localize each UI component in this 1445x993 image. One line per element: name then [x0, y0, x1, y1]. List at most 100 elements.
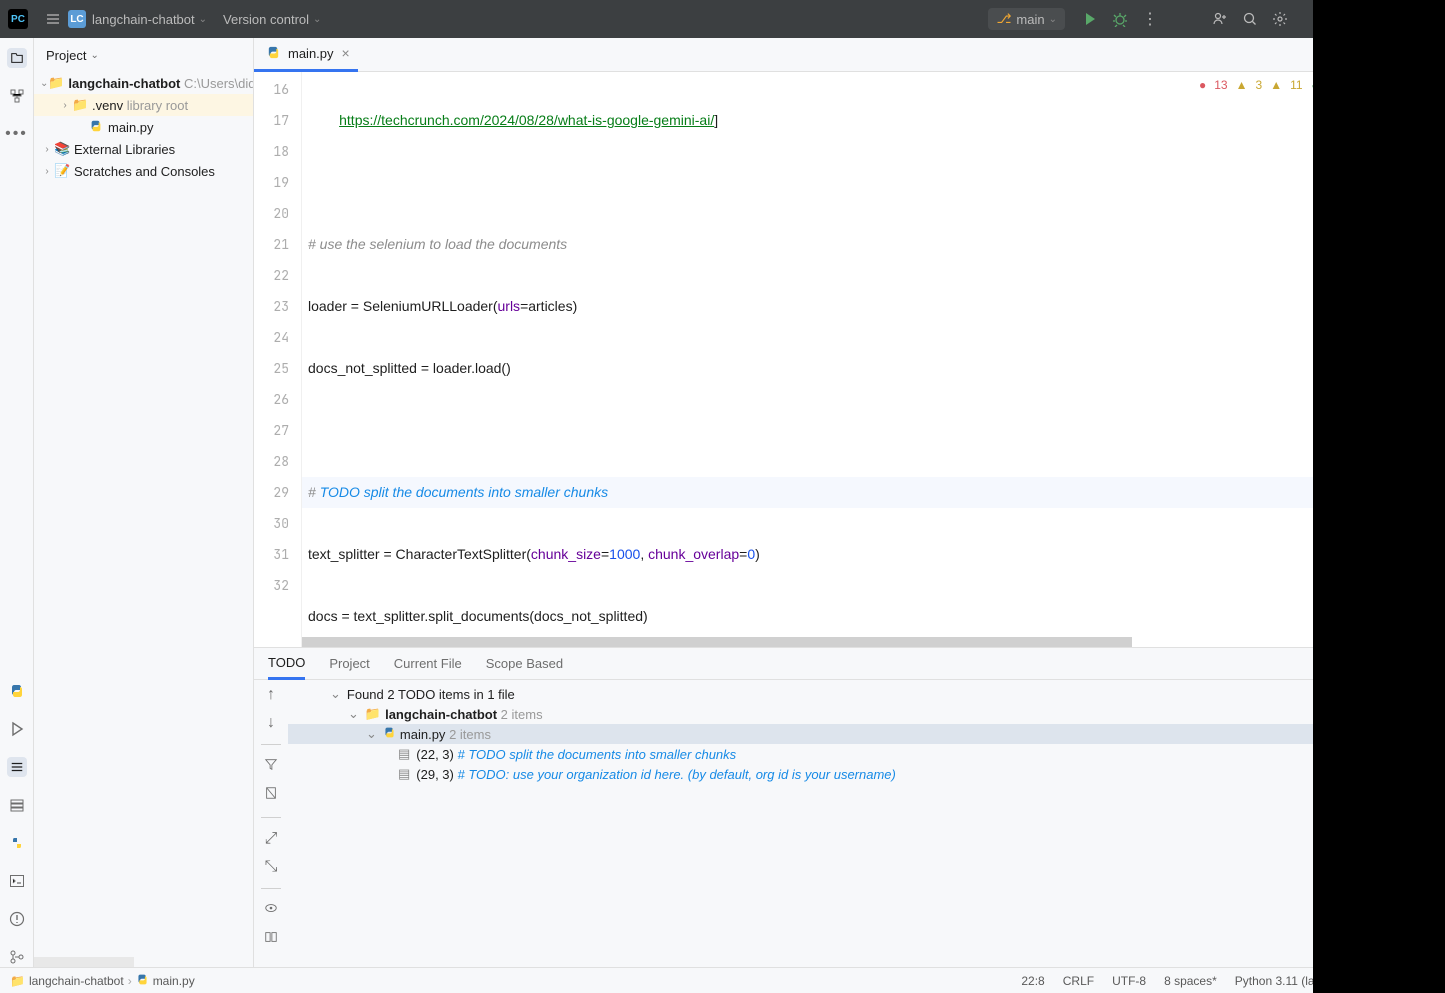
file-encoding[interactable]: UTF-8 — [1112, 974, 1146, 988]
external-libraries-node[interactable]: › 📚 External Libraries — [34, 138, 253, 160]
library-icon: 📚 — [54, 141, 70, 157]
expand-all-icon[interactable]: ⤢ — [265, 830, 278, 848]
vcs-dropdown-icon[interactable]: ⌄ — [313, 14, 321, 25]
weak-warning-count: 11 — [1290, 78, 1302, 92]
navigation-breadcrumb[interactable]: 📁 langchain-chatbot › main.py — [10, 973, 195, 989]
horizontal-scrollbar[interactable] — [34, 957, 134, 967]
search-everywhere-button[interactable] — [1235, 0, 1265, 38]
debug-button[interactable] — [1105, 0, 1135, 38]
more-actions-button[interactable]: ⋮ — [1135, 0, 1165, 38]
scratch-icon: 📝 — [54, 163, 70, 179]
chevron-down-icon: ⌄ — [90, 50, 98, 61]
todo-tab-project[interactable]: Project — [329, 648, 369, 680]
scratches-node[interactable]: › 📝 Scratches and Consoles — [34, 160, 253, 182]
problems-tool-button[interactable] — [7, 909, 27, 929]
python-file-icon — [266, 45, 282, 61]
folder-icon: 📁 — [72, 97, 88, 113]
python-packages-tool-button[interactable] — [7, 833, 27, 853]
project-tool-button[interactable] — [7, 48, 27, 68]
version-control-menu[interactable]: Version control — [223, 12, 309, 27]
line-separator[interactable]: CRLF — [1063, 974, 1094, 988]
todo-tab-todo[interactable]: TODO — [268, 648, 305, 680]
database-tool-button[interactable] — [1421, 87, 1437, 108]
autoscroll-icon[interactable] — [264, 786, 278, 805]
todo-tab-scope-based[interactable]: Scope Based — [486, 648, 563, 680]
next-todo-icon[interactable]: ↓ — [267, 714, 275, 732]
python-file-icon — [88, 119, 104, 136]
terminal-tool-button[interactable] — [7, 871, 27, 891]
python-console-tool-button[interactable] — [7, 681, 27, 701]
editor-tab-main-py[interactable]: main.py × — [254, 38, 358, 72]
crumb-label: main.py — [153, 974, 195, 988]
warning-icon: ▲ — [1236, 78, 1248, 92]
maximize-button[interactable] — [1349, 0, 1393, 38]
previous-todo-icon[interactable]: ↑ — [267, 686, 275, 704]
git-branch-widget[interactable]: ⎇ main ⌄ — [988, 8, 1065, 30]
todo-tab-current-file[interactable]: Current File — [394, 648, 462, 680]
expand-icon[interactable]: ⌄ — [330, 686, 341, 702]
folder-icon: 📁 — [10, 974, 25, 988]
filter-icon[interactable] — [264, 757, 278, 776]
main-py-node[interactable]: main.py — [34, 116, 253, 138]
pycharm-logo: PC — [8, 9, 28, 29]
horizontal-scrollbar[interactable] — [302, 637, 1132, 647]
project-panel-header[interactable]: Project ⌄ — [34, 38, 253, 72]
editor-content[interactable]: https://techcrunch.com/2024/08/28/what-i… — [302, 72, 1381, 647]
vcs-tool-button[interactable] — [7, 947, 27, 967]
expand-icon[interactable]: ⌄ — [1357, 78, 1367, 92]
expand-icon[interactable]: ⌄ — [348, 706, 359, 722]
todo-item-row[interactable]: ▤ (22, 3) # TODO split the documents int… — [288, 744, 1411, 764]
caret-position[interactable]: 22:8 — [1021, 974, 1044, 988]
editor-error-stripe[interactable] — [1381, 72, 1411, 647]
todo-toolbar: ↑ ↓ ⤢ ⤡ — [254, 680, 288, 967]
run-tool-button[interactable] — [7, 719, 27, 739]
todo-tool-button[interactable] — [7, 757, 27, 777]
todo-summary-row[interactable]: ⌄ Found 2 TODO items in 1 file — [288, 684, 1411, 704]
project-name[interactable]: langchain-chatbot — [92, 12, 195, 27]
run-button[interactable] — [1075, 0, 1105, 38]
structure-tool-button[interactable] — [7, 86, 27, 106]
group-by-icon[interactable] — [264, 930, 278, 949]
collapse-all-icon[interactable]: ⤡ — [265, 858, 278, 876]
minimize-button[interactable] — [1305, 0, 1349, 38]
node-count: 2 items — [501, 707, 543, 722]
code-with-me-button[interactable] — [1205, 0, 1235, 38]
branch-icon: ⎇ — [996, 11, 1011, 27]
summary-label: Found 2 TODO items in 1 file — [347, 687, 515, 702]
close-tab-icon[interactable]: × — [342, 45, 350, 61]
indent-settings[interactable]: 8 spaces* — [1164, 974, 1217, 988]
more-tools-icon[interactable]: ••• — [7, 124, 27, 144]
node-hint: library root — [127, 98, 188, 113]
notifications-tool-button[interactable] — [1421, 48, 1437, 69]
services-tool-button[interactable] — [7, 795, 27, 815]
inspections-widget[interactable]: ●13 ▲3 ▲11 ✓4 ^ ⌄ — [1199, 78, 1367, 92]
todo-project-row[interactable]: ⌄ 📁 langchain-chatbot 2 items — [288, 704, 1411, 724]
editor-tab-more-icon[interactable]: ⋮ — [1385, 45, 1411, 65]
todo-file-row[interactable]: ⌄ main.py 2 items — [288, 724, 1411, 744]
expand-icon[interactable]: › — [58, 100, 72, 111]
preview-icon[interactable] — [264, 901, 278, 920]
expand-icon[interactable]: › — [40, 166, 54, 177]
collapse-icon[interactable]: ^ — [1343, 78, 1349, 92]
settings-button[interactable] — [1265, 0, 1295, 38]
expand-icon[interactable]: ⌄ — [366, 726, 377, 742]
todo-item-icon: ▤ — [398, 766, 410, 782]
main-menu-button[interactable] — [38, 0, 68, 38]
python-file-icon — [383, 726, 396, 742]
node-label: External Libraries — [74, 142, 175, 157]
error-icon: ● — [1199, 78, 1206, 92]
chevron-down-icon: ⌄ — [1049, 14, 1057, 25]
todo-tree[interactable]: ⌄ Found 2 TODO items in 1 file ⌄ 📁 langc… — [288, 680, 1411, 967]
python-interpreter[interactable]: Python 3.11 (langchain-chatbot) — [1235, 974, 1404, 988]
expand-icon[interactable]: ⌄ — [40, 78, 48, 89]
todo-item-row[interactable]: ▤ (29, 3) # TODO: use your organization … — [288, 764, 1411, 784]
close-button[interactable] — [1393, 0, 1437, 38]
venv-node[interactable]: › 📁 .venv library root — [34, 94, 253, 116]
project-dropdown-icon[interactable]: ⌄ — [199, 14, 207, 25]
project-tree[interactable]: ⌄ 📁 langchain-chatbot C:\Users\dido › 📁 … — [34, 72, 253, 182]
expand-icon[interactable]: › — [40, 144, 54, 155]
warning-count: 3 — [1256, 78, 1263, 92]
readonly-toggle-icon[interactable] — [1422, 973, 1435, 989]
project-root-node[interactable]: ⌄ 📁 langchain-chatbot C:\Users\dido — [34, 72, 253, 94]
code-editor[interactable]: 1617181920212223242526272829303132 https… — [254, 72, 1411, 647]
